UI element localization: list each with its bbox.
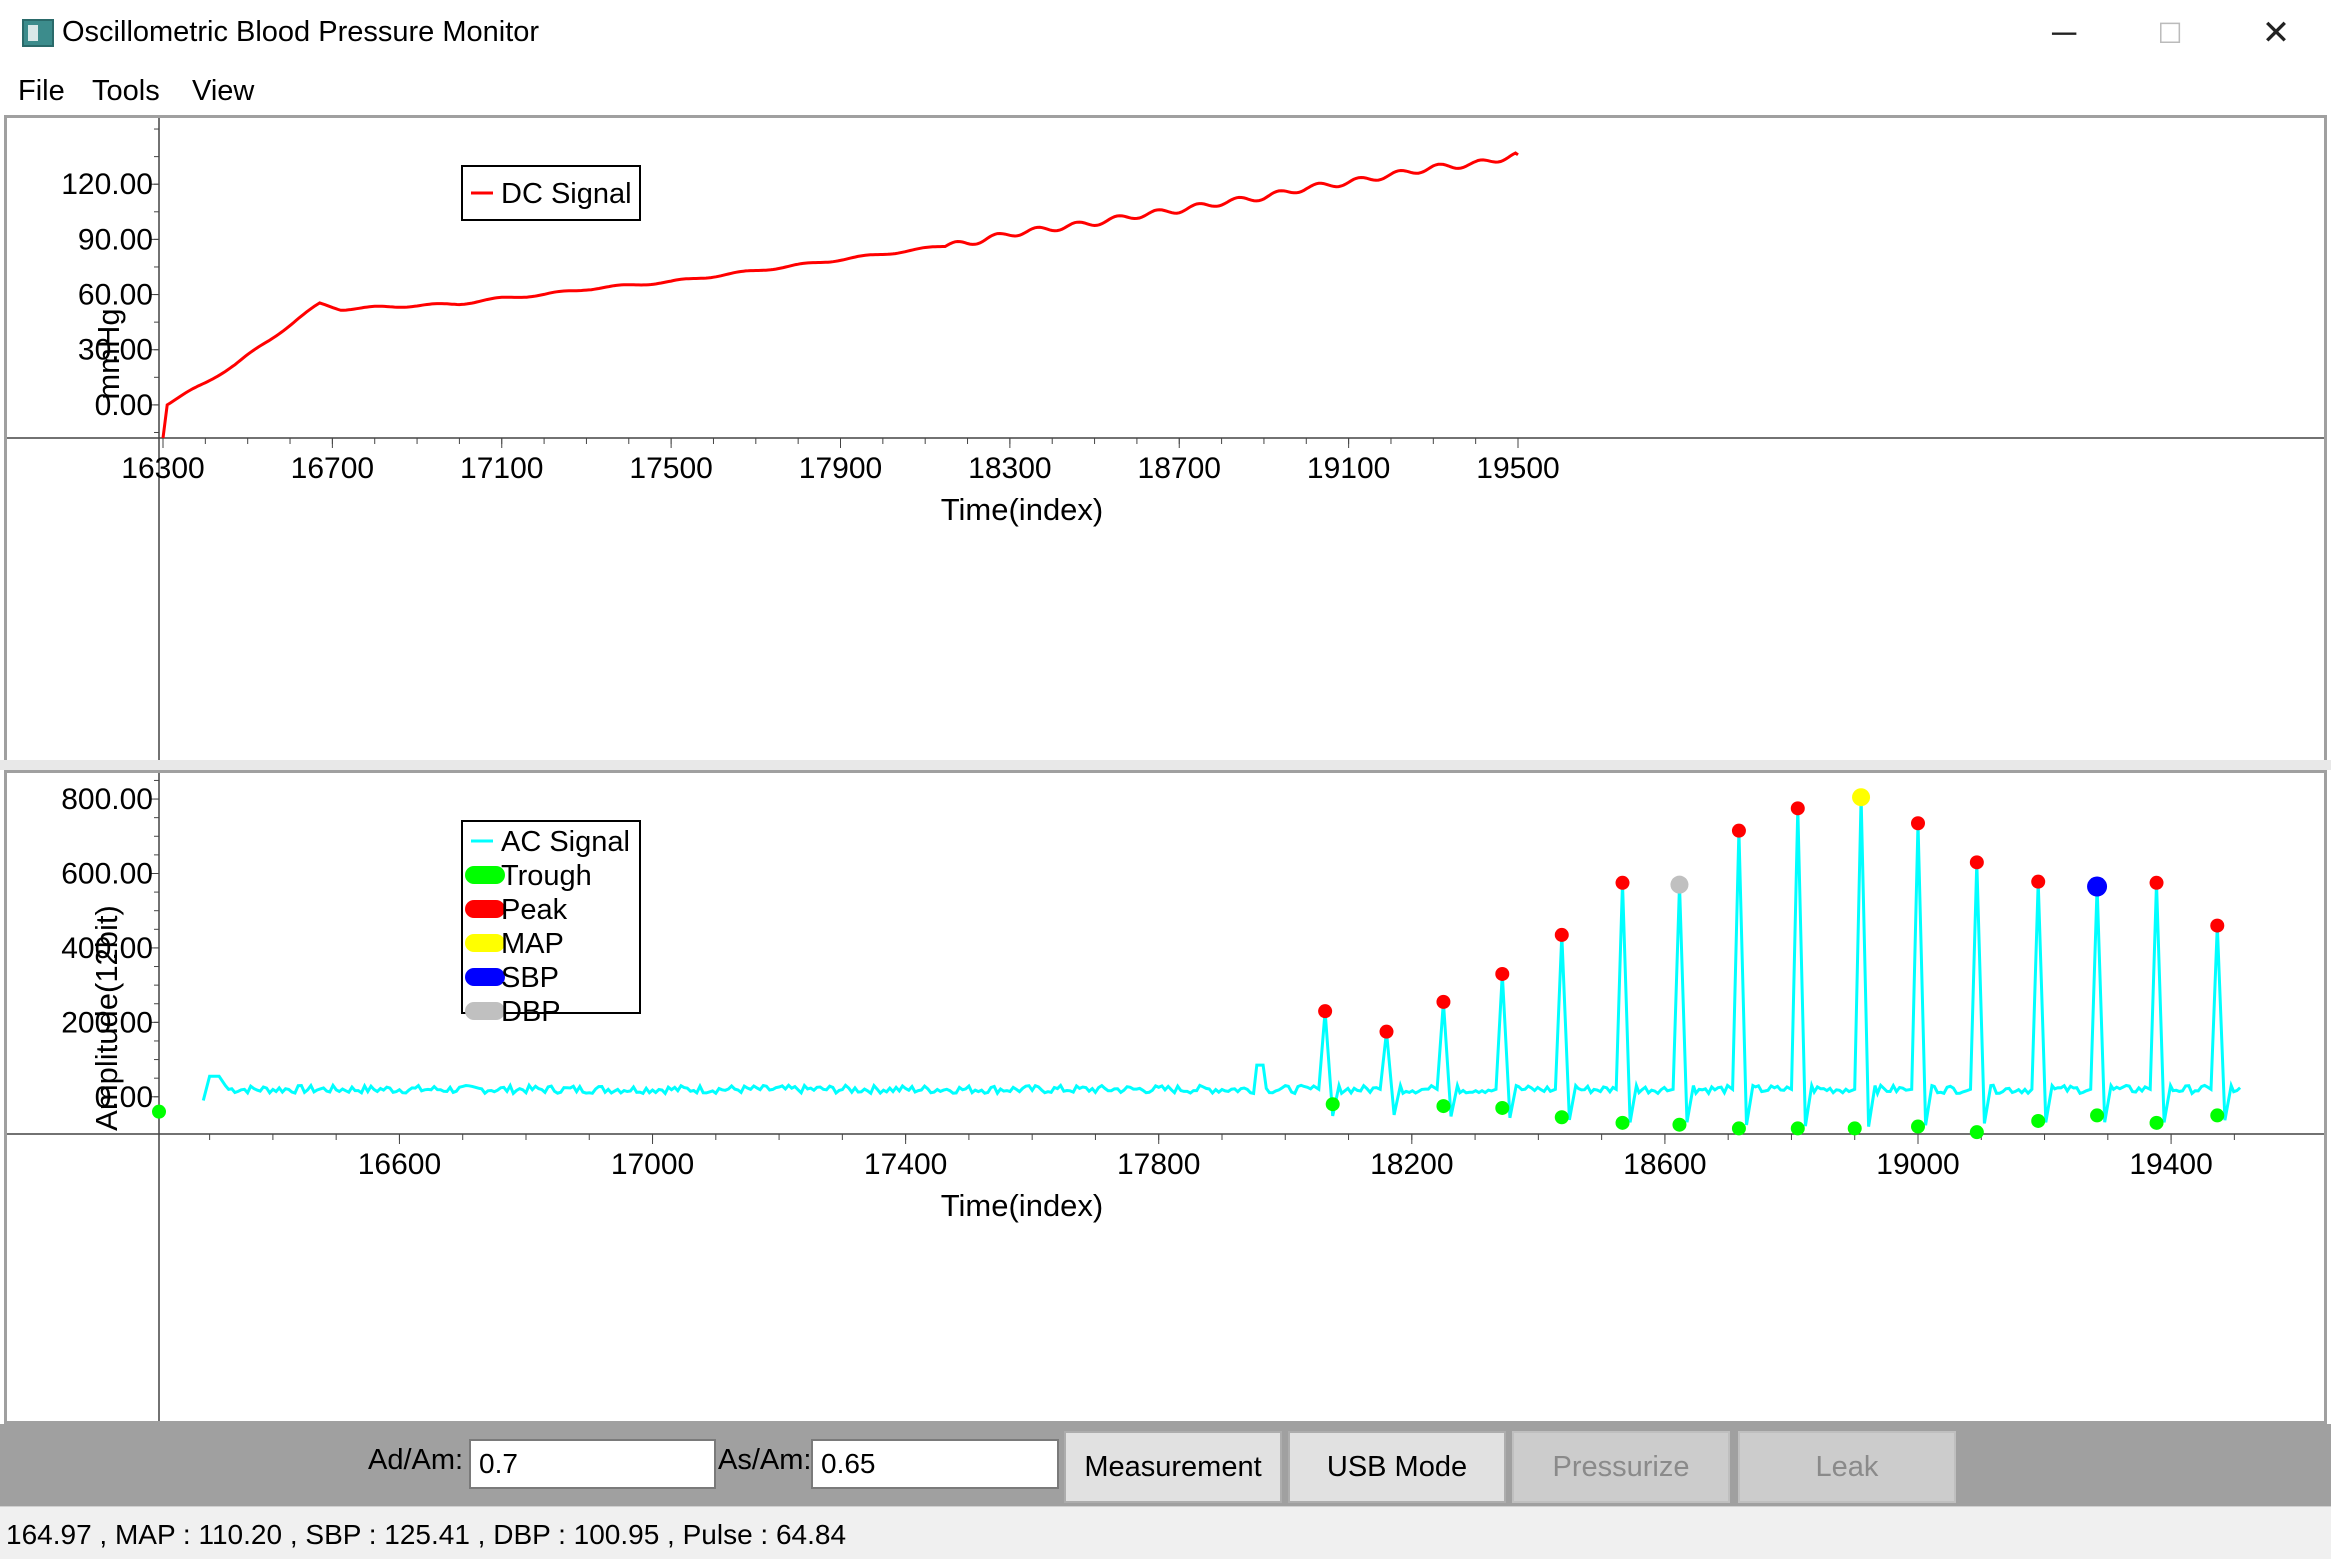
trough-marker bbox=[152, 1104, 166, 1119]
legend-label: DBP bbox=[501, 996, 561, 1028]
trough-marker bbox=[1325, 1097, 1340, 1112]
trough-marker bbox=[1910, 1119, 1925, 1134]
minimize-button[interactable]: ─ bbox=[2028, 6, 2100, 60]
trough-marker bbox=[2090, 1108, 2105, 1123]
x-tick-label: 17400 bbox=[864, 1148, 947, 1181]
peak-marker bbox=[1615, 875, 1630, 890]
legend-label: SBP bbox=[501, 962, 559, 994]
peak-marker bbox=[1318, 1004, 1333, 1019]
x-tick-label: 18700 bbox=[1138, 452, 1221, 485]
y-tick-label: 600.00 bbox=[61, 857, 153, 890]
leak-button[interactable]: Leak bbox=[1738, 1431, 1956, 1503]
trough-marker bbox=[2210, 1108, 2225, 1123]
trough-marker bbox=[1495, 1100, 1510, 1115]
x-tick-label: 17800 bbox=[1117, 1148, 1200, 1181]
peak-marker bbox=[2031, 874, 2046, 889]
trough-marker bbox=[1554, 1110, 1569, 1125]
menu-bar: File Tools View bbox=[0, 67, 2331, 115]
trough-marker bbox=[1969, 1125, 1984, 1140]
ac-chart-panel: 0.00 200.00 400.00 600.00 800.00 16600 17000 17… bbox=[4, 770, 2327, 1424]
y-axis-label: Amplitude(12bit) bbox=[89, 905, 124, 1131]
measurement-button[interactable]: Measurement bbox=[1064, 1431, 1282, 1503]
sbp-marker bbox=[2087, 876, 2108, 897]
x-tick-label: 18300 bbox=[968, 452, 1051, 485]
x-tick-label: 17000 bbox=[611, 1148, 694, 1181]
x-tick-label: 19400 bbox=[2129, 1148, 2212, 1181]
legend-label: MAP bbox=[501, 928, 564, 960]
dc-signal-line bbox=[161, 151, 1519, 439]
control-toolbar: Ad/Am: As/Am: Measurement USB Mode Press… bbox=[0, 1424, 2331, 1506]
legend-swatch bbox=[465, 1002, 505, 1020]
trough-marker bbox=[1672, 1117, 1687, 1132]
legend-swatch bbox=[465, 866, 505, 884]
ad-am-label: Ad/Am: bbox=[368, 1444, 464, 1476]
ac-signal-chart[interactable]: 0.00200.00400.00600.00800.0016600 17000 17… bbox=[7, 773, 2324, 1421]
x-tick-label: 17100 bbox=[460, 452, 543, 485]
status-bar: 164.97 , MAP : 110.20 , SBP : 125.41 , D… bbox=[0, 1506, 2331, 1559]
trough-marker bbox=[2149, 1115, 2164, 1130]
pressurize-button[interactable]: Pressurize bbox=[1512, 1431, 1730, 1503]
x-axis-label: Time(index) bbox=[941, 1188, 1104, 1223]
x-tick-label: 17500 bbox=[629, 452, 712, 485]
app-icon bbox=[22, 19, 54, 47]
dbp-marker bbox=[1670, 875, 1689, 894]
trough-marker bbox=[1847, 1121, 1862, 1136]
status-text: 164.97 , MAP : 110.20 , SBP : 125.41 , D… bbox=[6, 1519, 847, 1550]
trough-marker bbox=[1731, 1121, 1746, 1136]
y-tick-label: 60.00 bbox=[78, 279, 153, 312]
as-am-input[interactable] bbox=[811, 1439, 1059, 1489]
dc-signal-chart[interactable]: 0.0030.0060.0090.00120.0016300 16700 17100… bbox=[7, 118, 2324, 762]
menu-file[interactable]: File bbox=[18, 75, 65, 108]
map-marker bbox=[1852, 788, 1871, 807]
usb-mode-button[interactable]: USB Mode bbox=[1288, 1431, 1506, 1503]
peak-marker bbox=[1969, 855, 1984, 870]
x-tick-label: 19100 bbox=[1307, 452, 1390, 485]
x-tick-label: 19000 bbox=[1876, 1148, 1959, 1181]
trough-marker bbox=[1436, 1099, 1451, 1114]
peak-marker bbox=[2210, 918, 2225, 933]
y-axis-label: mmHg bbox=[91, 308, 126, 399]
trough-marker bbox=[1615, 1115, 1630, 1130]
peak-marker bbox=[1379, 1024, 1394, 1039]
legend-label: AC Signal bbox=[501, 826, 630, 858]
legend-swatch bbox=[465, 968, 505, 986]
ad-am-input[interactable] bbox=[469, 1439, 716, 1489]
peak-marker bbox=[1731, 823, 1746, 838]
x-tick-label: 16300 bbox=[121, 452, 204, 485]
x-tick-label: 18600 bbox=[1623, 1148, 1706, 1181]
trough-marker bbox=[2031, 1113, 2046, 1128]
legend-label: Peak bbox=[501, 894, 568, 926]
close-button[interactable]: ✕ bbox=[2240, 6, 2312, 60]
legend-swatch bbox=[465, 934, 505, 952]
x-tick-label: 16700 bbox=[291, 452, 374, 485]
x-tick-label: 17900 bbox=[799, 452, 882, 485]
dc-chart-panel: 0.00 30.00 60.00 90.00 120.00 16300 16700 17100… bbox=[4, 115, 2327, 765]
peak-marker bbox=[1436, 994, 1451, 1009]
panel-splitter[interactable] bbox=[0, 760, 2331, 770]
y-tick-label: 800.00 bbox=[61, 783, 153, 816]
title-bar: Oscillometric Blood Pressure Monitor ─ ☐… bbox=[0, 0, 2331, 67]
menu-tools[interactable]: Tools bbox=[92, 75, 160, 108]
legend-label: Trough bbox=[501, 860, 592, 892]
peak-marker bbox=[1910, 816, 1925, 831]
x-tick-label: 19500 bbox=[1476, 452, 1559, 485]
peak-marker bbox=[1790, 801, 1805, 816]
menu-view[interactable]: View bbox=[192, 75, 254, 108]
y-tick-label: 90.00 bbox=[78, 223, 153, 256]
as-am-label: As/Am: bbox=[718, 1444, 812, 1476]
x-tick-label: 16600 bbox=[358, 1148, 441, 1181]
legend-swatch bbox=[465, 900, 505, 918]
x-axis-label: Time(index) bbox=[941, 492, 1104, 527]
maximize-button[interactable]: ☐ bbox=[2134, 6, 2206, 60]
peak-marker bbox=[1495, 966, 1510, 981]
legend-label: DC Signal bbox=[501, 178, 632, 210]
peak-marker bbox=[2149, 875, 2164, 890]
trough-marker bbox=[1790, 1121, 1805, 1136]
window-title: Oscillometric Blood Pressure Monitor bbox=[62, 16, 540, 48]
y-tick-label: 120.00 bbox=[61, 168, 153, 201]
x-tick-label: 18200 bbox=[1370, 1148, 1453, 1181]
peak-marker bbox=[1554, 927, 1569, 942]
